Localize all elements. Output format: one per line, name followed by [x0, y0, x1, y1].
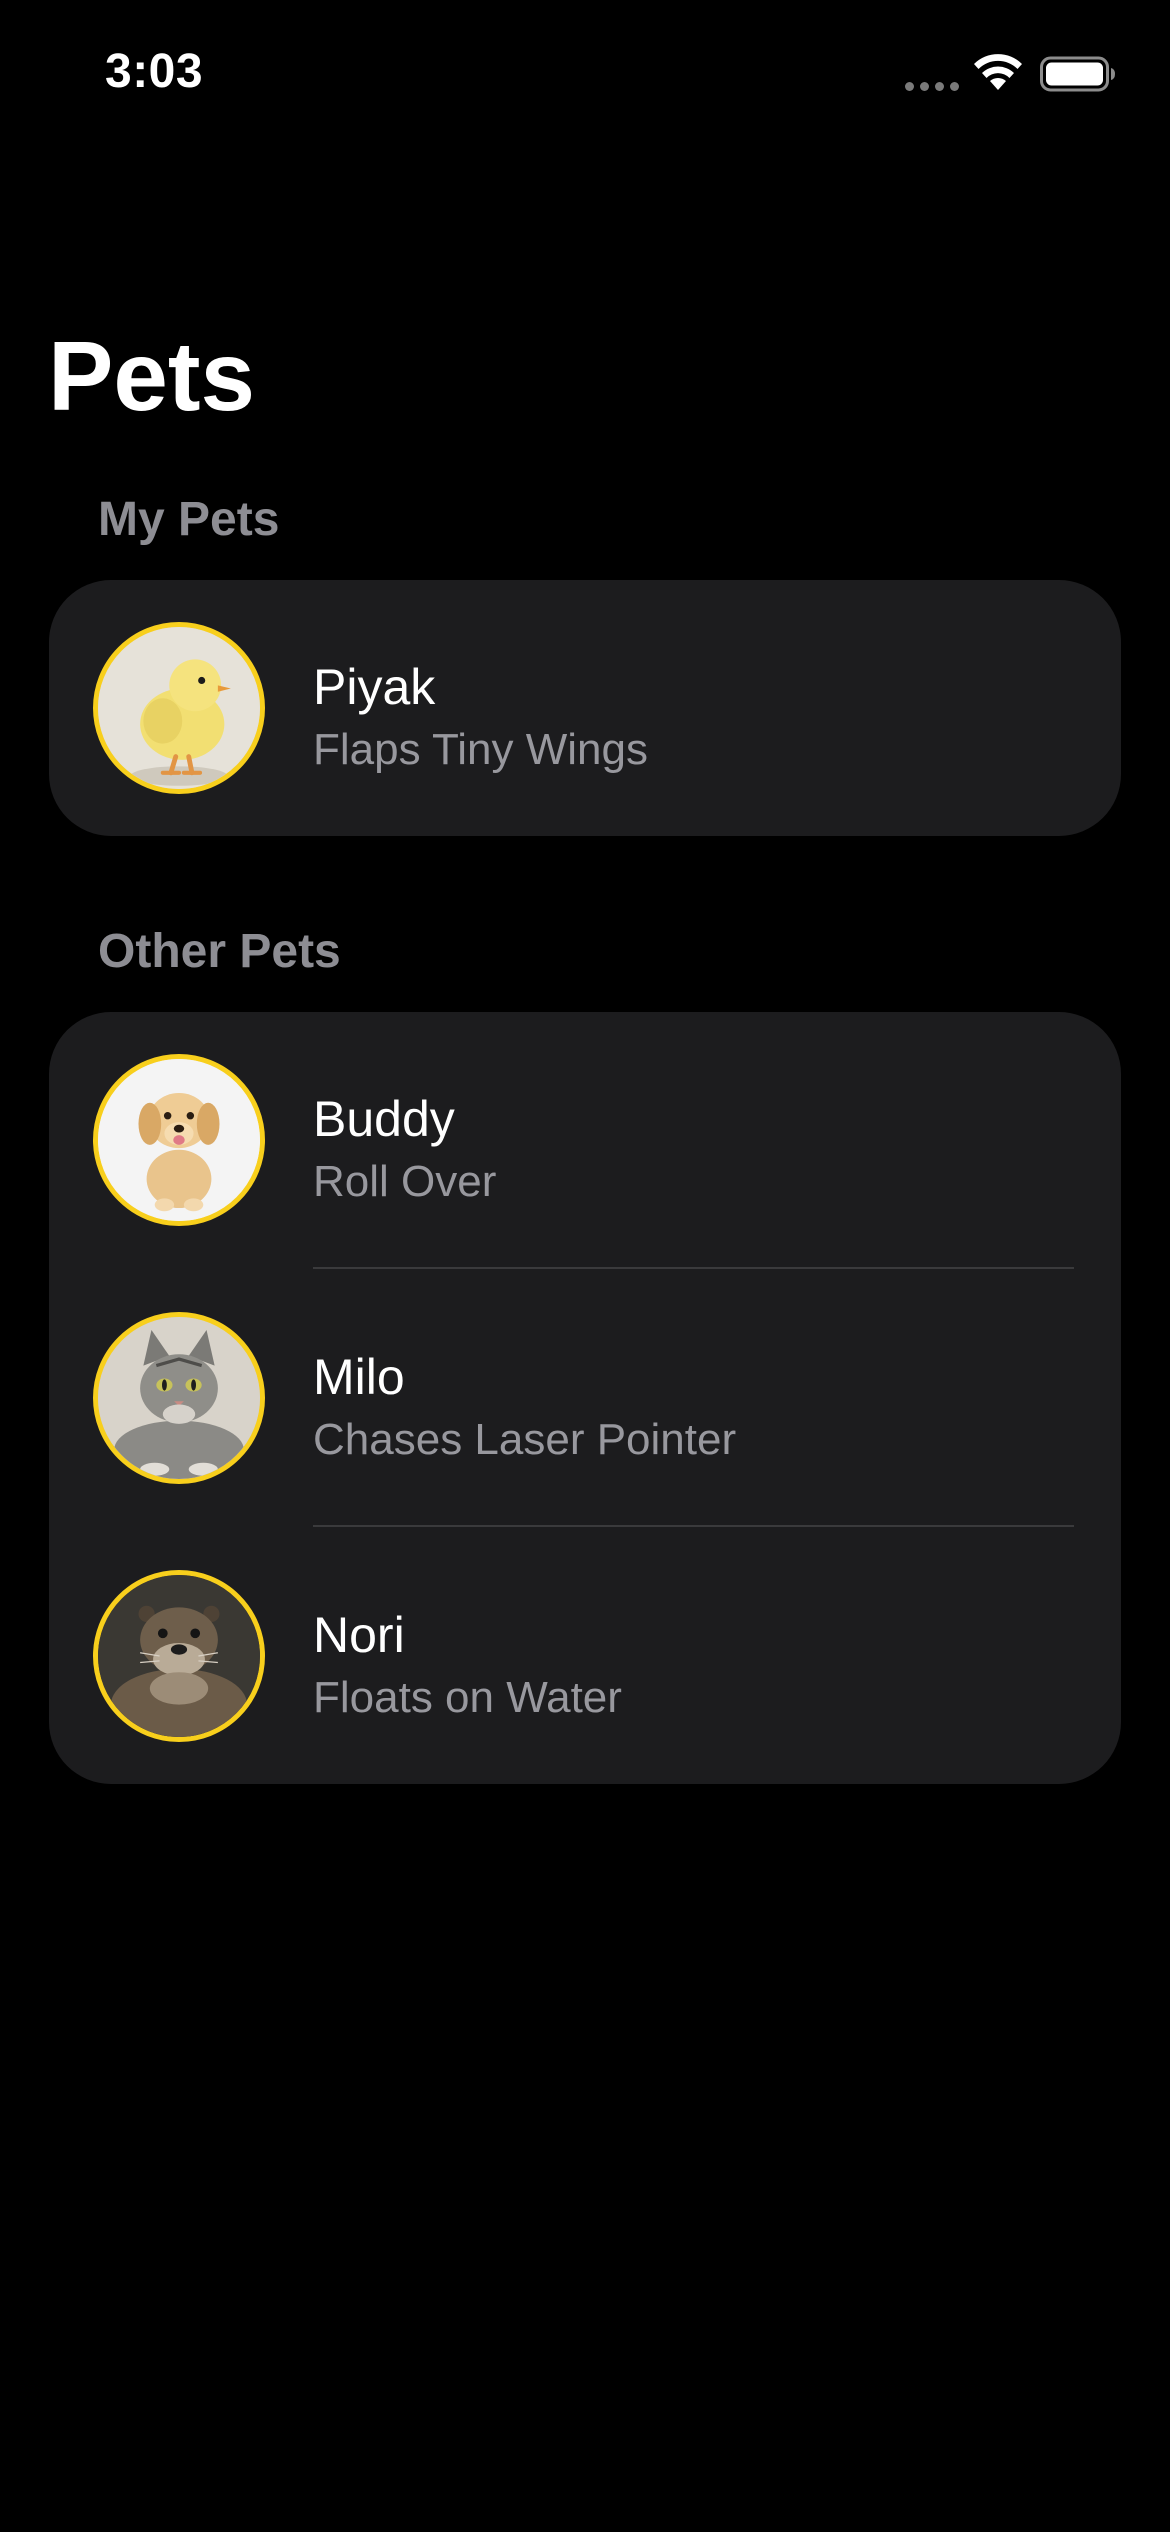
pet-row-nori[interactable]: Nori Floats on Water	[49, 1528, 1121, 1784]
pet-trick: Chases Laser Pointer	[313, 1415, 737, 1464]
pet-row-milo[interactable]: Milo Chases Laser Pointer	[49, 1270, 1121, 1526]
my-pets-list: Piyak Flaps Tiny Wings	[49, 580, 1121, 836]
page-title: Pets	[48, 321, 256, 431]
chick-avatar	[93, 622, 265, 794]
section-header-other-pets: Other Pets	[98, 925, 341, 978]
pet-row-buddy[interactable]: Buddy Roll Over	[49, 1012, 1121, 1268]
wifi-icon	[974, 54, 1022, 90]
cat-avatar	[93, 1312, 265, 1484]
pet-trick: Flaps Tiny Wings	[313, 725, 648, 774]
chick-photo	[98, 627, 260, 789]
pet-trick: Floats on Water	[313, 1673, 622, 1722]
row-separator	[313, 1267, 1074, 1269]
section-header-my-pets: My Pets	[98, 493, 280, 546]
puppy-photo	[98, 1059, 260, 1221]
other-pets-list: Buddy Roll Over Milo Chases Laser Pointe…	[49, 1012, 1121, 1784]
otter-avatar	[93, 1570, 265, 1742]
cellular-signal-icon	[905, 82, 961, 92]
battery-icon	[1040, 56, 1115, 92]
status-bar: 3:03	[0, 0, 1170, 150]
status-time: 3:03	[105, 45, 204, 98]
cat-photo	[98, 1317, 260, 1479]
pet-name: Milo	[313, 1349, 405, 1405]
pet-name: Nori	[313, 1607, 405, 1663]
row-separator	[313, 1525, 1074, 1527]
pet-name: Piyak	[313, 659, 436, 715]
pet-name: Buddy	[313, 1091, 455, 1147]
pet-row-piyak[interactable]: Piyak Flaps Tiny Wings	[49, 580, 1121, 836]
pet-trick: Roll Over	[313, 1157, 497, 1206]
puppy-avatar	[93, 1054, 265, 1226]
otter-photo	[98, 1575, 260, 1737]
